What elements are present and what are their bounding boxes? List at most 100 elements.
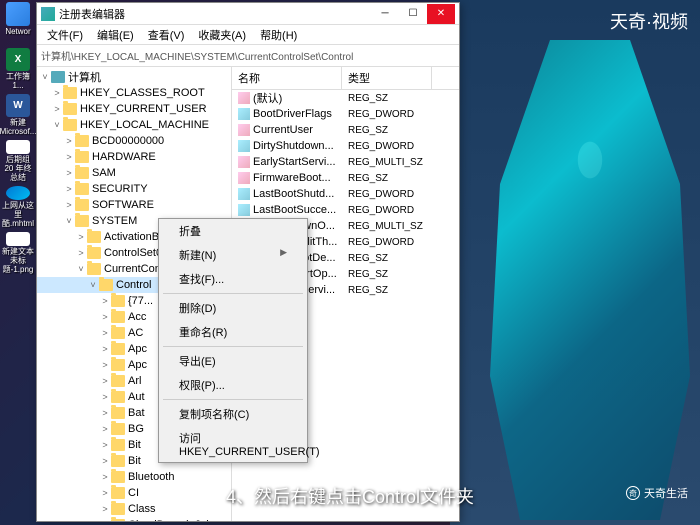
menu-separator (163, 293, 303, 294)
list-row[interactable]: FirmwareBoot...REG_SZ (232, 170, 459, 186)
expand-icon[interactable]: > (63, 200, 75, 210)
tree-node[interactable]: ˅ 计算机 (37, 69, 231, 85)
context-menu-item[interactable]: 复制项名称(C) (159, 402, 307, 426)
desktop-icon[interactable]: W新建 Microsof... (2, 94, 34, 136)
expand-icon[interactable]: > (99, 520, 111, 521)
expand-icon[interactable]: > (63, 184, 75, 194)
close-button[interactable]: ✕ (427, 4, 455, 24)
tree-node[interactable]: >HKEY_CLASSES_ROOT (37, 85, 231, 101)
expand-icon[interactable]: > (63, 168, 75, 178)
icon-image: X (6, 48, 30, 71)
expand-icon[interactable]: > (99, 296, 111, 306)
icon-image (6, 2, 30, 26)
expand-icon[interactable]: ˅ (39, 72, 51, 82)
tree-node[interactable]: ˅HKEY_LOCAL_MACHINE (37, 117, 231, 133)
menu-item[interactable]: 收藏夹(A) (192, 25, 252, 45)
list-row[interactable]: (默认)REG_SZ (232, 90, 459, 106)
desktop-icon[interactable]: X工作簿1... (2, 48, 34, 90)
value-type-icon (238, 188, 250, 200)
tree-label: CloudDomainJoin (128, 519, 215, 521)
expand-icon[interactable]: > (99, 472, 111, 482)
titlebar[interactable]: 注册表编辑器 ─ ☐ ✕ (37, 3, 459, 25)
tree-node[interactable]: >SOFTWARE (37, 197, 231, 213)
maximize-button[interactable]: ☐ (399, 4, 427, 24)
desktop-icon[interactable]: 上网从这里 酷.mhtml (2, 186, 34, 228)
tree-node[interactable]: >HARDWARE (37, 149, 231, 165)
expand-icon[interactable]: > (63, 136, 75, 146)
context-menu-item[interactable]: 新建(N)▶ (159, 243, 307, 267)
folder-icon (111, 327, 125, 339)
menu-item[interactable]: 编辑(E) (91, 25, 140, 45)
list-row[interactable]: LastBootSucce...REG_DWORD (232, 202, 459, 218)
expand-icon[interactable]: > (99, 456, 111, 466)
expand-icon[interactable]: > (75, 232, 87, 242)
tree-label: Bit (128, 455, 141, 467)
col-name[interactable]: 名称 (232, 67, 342, 89)
expand-icon[interactable]: > (99, 328, 111, 338)
value-type: REG_SZ (342, 172, 432, 185)
context-menu-item[interactable]: 删除(D) (159, 296, 307, 320)
expand-icon[interactable]: ˅ (63, 216, 75, 226)
expand-icon[interactable]: > (63, 152, 75, 162)
context-menu-item[interactable]: 导出(E) (159, 349, 307, 373)
list-row[interactable]: LastBootShutd...REG_DWORD (232, 186, 459, 202)
tree-label: 计算机 (68, 69, 101, 85)
value-type: REG_DWORD (342, 140, 432, 153)
expand-icon[interactable]: > (75, 248, 87, 258)
list-row[interactable]: EarlyStartServi...REG_MULTI_SZ (232, 154, 459, 170)
tree-node[interactable]: >SECURITY (37, 181, 231, 197)
expand-icon[interactable]: > (99, 440, 111, 450)
tree-label: Bat (128, 407, 145, 419)
tree-node[interactable]: >SAM (37, 165, 231, 181)
desktop-icon[interactable]: Networ (2, 2, 34, 44)
expand-icon[interactable]: ˅ (51, 120, 63, 130)
value-type: REG_MULTI_SZ (342, 220, 432, 233)
expand-icon[interactable]: > (99, 392, 111, 402)
expand-icon[interactable]: > (51, 104, 63, 114)
value-type: REG_MULTI_SZ (342, 156, 432, 169)
expand-icon[interactable]: > (99, 504, 111, 514)
context-menu-item[interactable]: 查找(F)... (159, 267, 307, 291)
expand-icon[interactable]: > (99, 344, 111, 354)
tree-label: Control (116, 279, 151, 291)
expand-icon[interactable]: > (99, 312, 111, 322)
expand-icon[interactable]: > (99, 360, 111, 370)
folder-icon (111, 295, 125, 307)
folder-icon (75, 135, 89, 147)
menu-item[interactable]: 帮助(H) (254, 25, 303, 45)
address-bar[interactable]: 计算机\HKEY_LOCAL_MACHINE\SYSTEM\CurrentCon… (37, 45, 459, 67)
col-type[interactable]: 类型 (342, 67, 432, 89)
value-type-icon (238, 156, 250, 168)
context-menu-item[interactable]: 权限(P)... (159, 373, 307, 397)
expand-icon[interactable]: > (51, 88, 63, 98)
tree-node[interactable]: > Bluetooth (37, 469, 231, 485)
tree-label: Bluetooth (128, 471, 174, 483)
tree-label: CI (128, 487, 139, 499)
expand-icon[interactable]: > (99, 424, 111, 434)
expand-icon[interactable]: > (99, 376, 111, 386)
tree-node[interactable]: > HKEY_CURRENT_USER (37, 101, 231, 117)
expand-icon[interactable]: > (99, 488, 111, 498)
folder-icon (111, 471, 125, 483)
desktop-icon[interactable]: 新建文本 未标题-1.png (2, 232, 34, 274)
list-row[interactable]: DirtyShutdown...REG_DWORD (232, 138, 459, 154)
folder-icon (111, 343, 125, 355)
tree-node[interactable]: > CloudDomainJoin (37, 517, 231, 521)
tree-node[interactable]: >Class (37, 501, 231, 517)
tree-node[interactable]: >BCD00000000 (37, 133, 231, 149)
desktop-icon[interactable]: 后期组20 年终总结 (2, 140, 34, 182)
menu-item[interactable]: 文件(F) (41, 25, 89, 45)
tree-label: HKEY_CURRENT_USER (80, 103, 207, 115)
menu-item[interactable]: 查看(V) (142, 25, 191, 45)
list-row[interactable]: BootDriverFlagsREG_DWORD (232, 106, 459, 122)
expand-icon[interactable]: ˅ (75, 264, 87, 274)
expand-icon[interactable]: > (99, 408, 111, 418)
list-row[interactable]: CurrentUserREG_SZ (232, 122, 459, 138)
expand-icon[interactable]: ˅ (87, 280, 99, 290)
tree-node[interactable]: > CI (37, 485, 231, 501)
context-menu-item[interactable]: 重命名(R) (159, 320, 307, 344)
context-menu-item[interactable]: 访问 HKEY_CURRENT_USER(T) (159, 426, 307, 462)
minimize-button[interactable]: ─ (371, 4, 399, 24)
value-name: CurrentUser (253, 124, 313, 136)
context-menu-item[interactable]: 折叠 (159, 219, 307, 243)
